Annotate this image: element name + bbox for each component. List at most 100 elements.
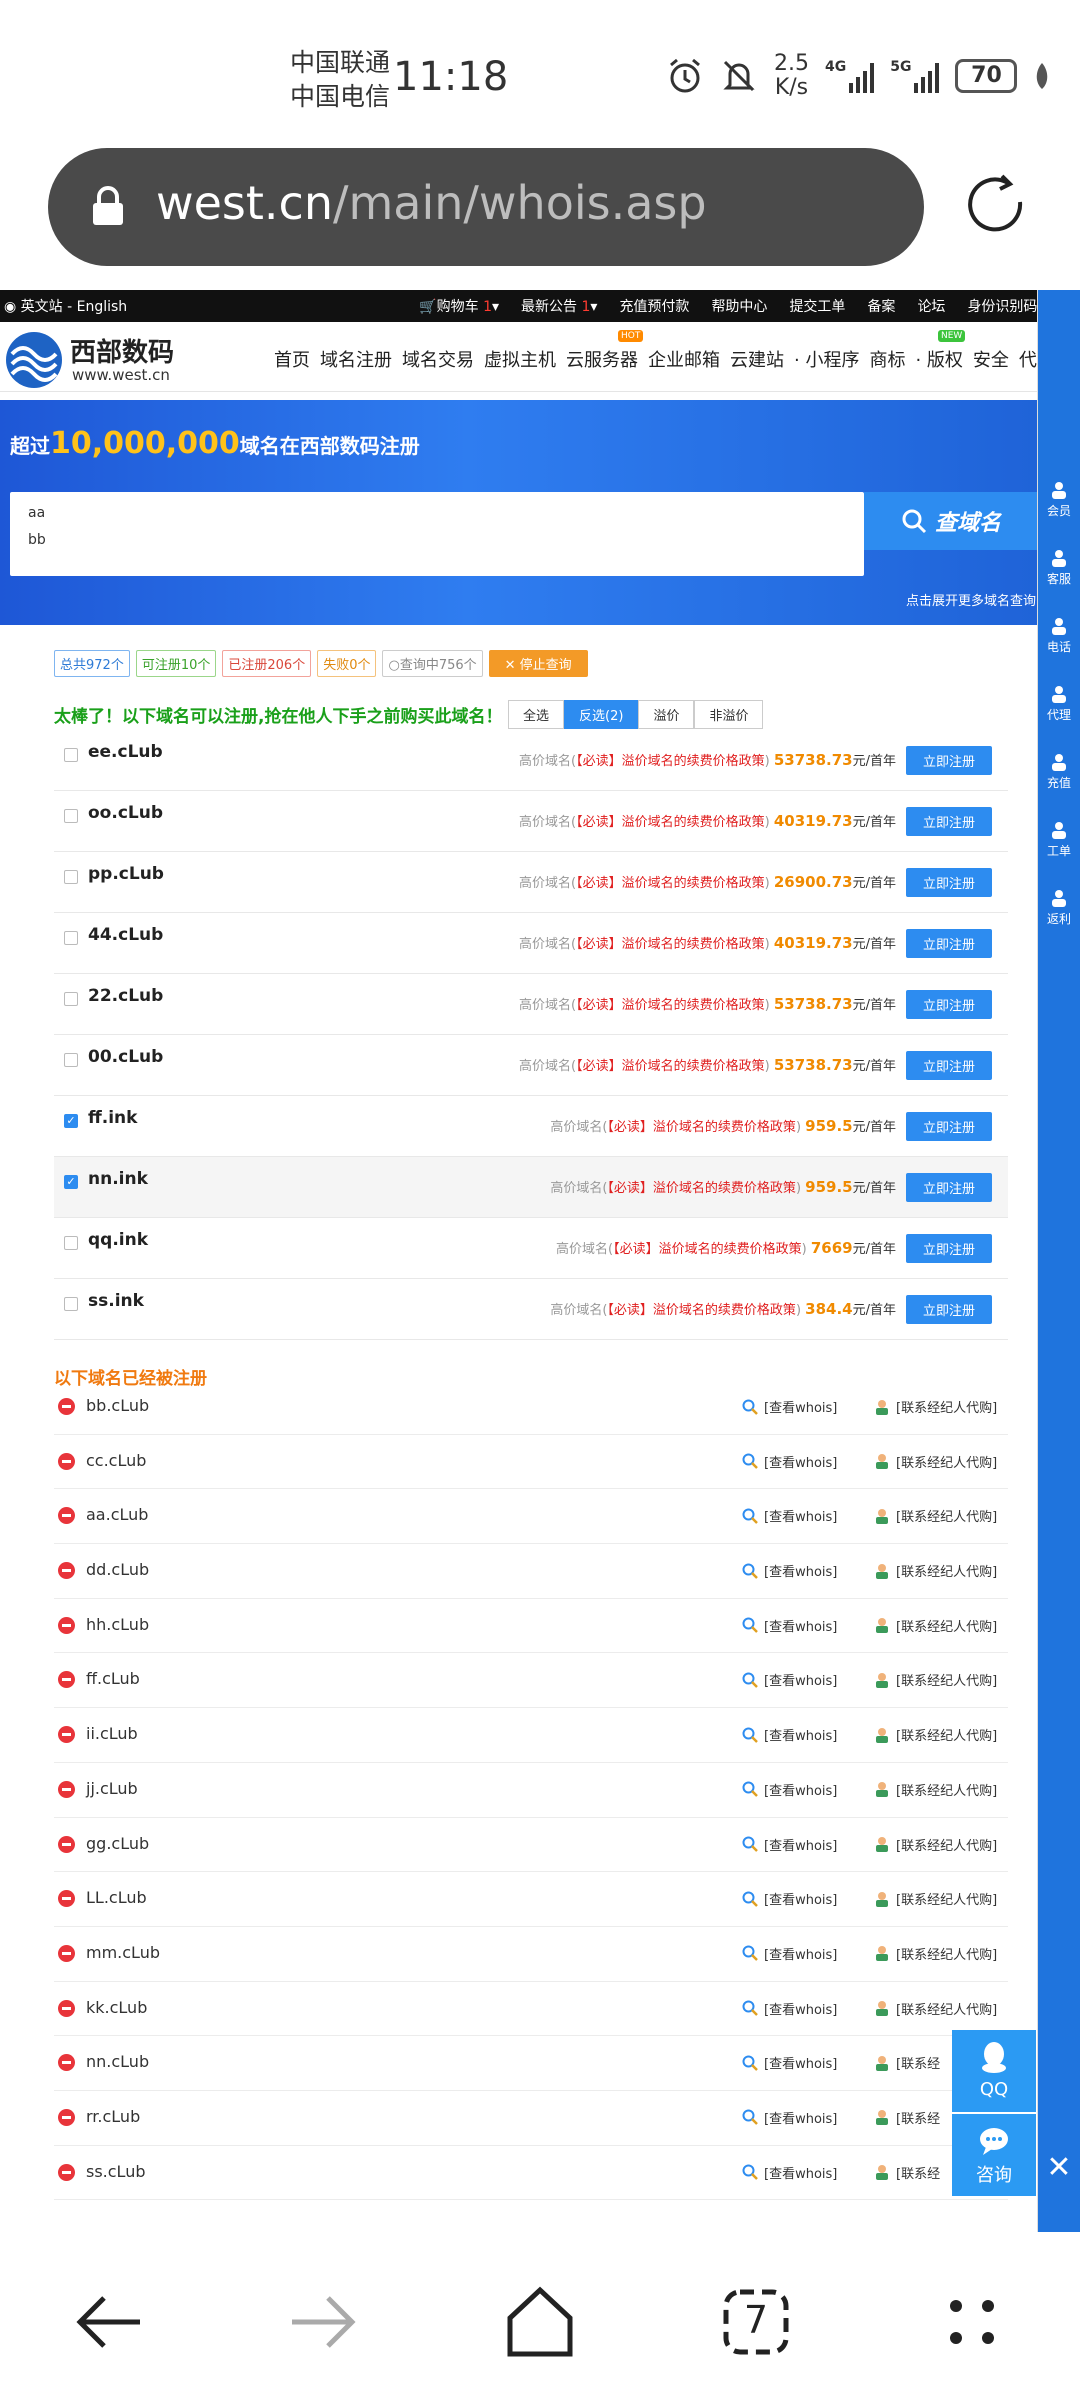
menu-dots-icon[interactable] [932,2282,1012,2362]
address-bar[interactable]: west.cn/main/whois.asp [48,148,924,266]
nav-agent[interactable]: 代理合 [1019,346,1037,372]
filter-invert[interactable]: 反选(2) [564,700,639,729]
premium-policy-link[interactable]: 【必读】溢价域名的续费价格政策 [576,815,765,830]
brand-name[interactable]: 西部数码 [70,332,174,369]
register-now-button[interactable]: 立即注册 [906,807,992,836]
view-whois-link[interactable]: [查看whois] [742,2163,837,2182]
rail-recharge[interactable]: 充值 [1038,752,1080,791]
view-whois-link[interactable]: [查看whois] [742,1725,837,1744]
premium-policy-link[interactable]: 【必读】溢价域名的续费价格政策 [576,998,765,1013]
contact-broker-link[interactable]: [联系经 [874,2108,940,2127]
available-domain-row[interactable]: oo.cLub 高价域名(【必读】溢价域名的续费价格政策) 40319.73元/首… [54,791,1008,852]
rail-agent[interactable]: 代理 [1038,684,1080,723]
available-domain-row[interactable]: ee.cLub 高价域名(【必读】溢价域名的续费价格政策) 53738.73元/首… [54,730,1008,791]
nav-domain-register[interactable]: 域名注册 [320,346,392,372]
domain-checkbox[interactable] [64,748,78,762]
contact-broker-link[interactable]: [联系经 [874,2163,940,2182]
ticket-link[interactable]: 提交工单 [789,296,845,316]
premium-policy-link[interactable]: 【必读】溢价域名的续费价格政策 [607,1120,796,1135]
contact-broker-link[interactable]: [联系经纪人代购] [874,1452,997,1471]
available-domain-row[interactable]: ss.ink 高价域名(【必读】溢价域名的续费价格政策) 384.4元/首年 立即注… [54,1279,1008,1340]
nav-domain-trade[interactable]: 域名交易 [402,346,474,372]
reload-icon[interactable] [962,172,1030,240]
view-whois-link[interactable]: [查看whois] [742,1506,837,1525]
stat-registered[interactable]: 已注册206个 [222,650,312,677]
premium-policy-link[interactable]: 【必读】溢价域名的续费价格政策 [607,1181,796,1196]
view-whois-link[interactable]: [查看whois] [742,1944,837,1963]
qq-float-button[interactable]: QQ [952,2030,1036,2112]
register-now-button[interactable]: 立即注册 [906,868,992,897]
domain-checkbox[interactable] [64,992,78,1006]
filter-select-all[interactable]: 全选 [508,700,565,729]
premium-policy-link[interactable]: 【必读】溢价域名的续费价格政策 [576,754,765,769]
url-text[interactable]: west.cn/main/whois.asp [156,176,707,230]
beian-link[interactable]: 备案 [867,296,895,316]
nav-site-builder[interactable]: 云建站 [730,346,784,372]
stop-query-button[interactable]: ✕ 停止查询 [488,650,588,677]
back-arrow-icon[interactable] [68,2282,148,2362]
register-now-button[interactable]: 立即注册 [906,1051,992,1080]
contact-broker-link[interactable]: [联系经纪人代购] [874,1561,997,1580]
stat-querying[interactable]: ○查询中756个 [382,650,483,677]
rail-service[interactable]: 客服 [1038,548,1080,587]
domain-checkbox[interactable] [64,809,78,823]
contact-broker-link[interactable]: [联系经纪人代购] [874,1780,997,1799]
view-whois-link[interactable]: [查看whois] [742,2108,837,2127]
rail-rebate[interactable]: 返利 [1038,888,1080,927]
domain-query-input[interactable]: aa bb [10,492,864,576]
nav-home[interactable]: 首页 [274,346,310,372]
recharge-link[interactable]: 充值预付款 [619,296,689,316]
premium-policy-link[interactable]: 【必读】溢价域名的续费价格政策 [613,1242,802,1257]
rail-phone[interactable]: 电话 [1038,616,1080,655]
register-now-button[interactable]: 立即注册 [906,746,992,775]
nav-trademark[interactable]: 商标 [869,346,905,372]
register-now-button[interactable]: 立即注册 [906,1112,992,1141]
view-whois-link[interactable]: [查看whois] [742,1616,837,1635]
available-domain-row[interactable]: 00.cLub 高价域名(【必读】溢价域名的续费价格政策) 53738.73元/首… [54,1035,1008,1096]
cart-link[interactable]: 🛒购物车 1▾ [419,296,499,316]
contact-broker-link[interactable]: [联系经纪人代购] [874,1725,997,1744]
available-domain-row[interactable]: pp.cLub 高价域名(【必读】溢价域名的续费价格政策) 26900.73元/首… [54,852,1008,913]
tabs-button[interactable]: 7 [716,2282,796,2362]
contact-broker-link[interactable]: [联系经纪人代购] [874,1999,997,2018]
premium-policy-link[interactable]: 【必读】溢价域名的续费价格政策 [607,1303,796,1318]
stat-failed[interactable]: 失败0个 [317,650,377,677]
view-whois-link[interactable]: [查看whois] [742,1670,837,1689]
rail-member[interactable]: 会员 [1038,480,1080,519]
domain-checkbox[interactable] [64,1236,78,1250]
view-whois-link[interactable]: [查看whois] [742,1780,837,1799]
stat-total[interactable]: 总共972个 [54,650,130,677]
view-whois-link[interactable]: [查看whois] [742,1999,837,2018]
nav-virtual-host[interactable]: 虚拟主机 [484,346,556,372]
notice-link[interactable]: 最新公告 1▾ [521,296,597,316]
view-whois-link[interactable]: [查看whois] [742,1835,837,1854]
available-domain-row[interactable]: 44.cLub 高价域名(【必读】溢价域名的续费价格政策) 40319.73元/首… [54,913,1008,974]
home-icon[interactable] [500,2282,580,2362]
view-whois-link[interactable]: [查看whois] [742,1397,837,1416]
stat-available[interactable]: 可注册10个 [135,650,217,677]
nav-security[interactable]: 安全 [973,346,1009,372]
filter-premium[interactable]: 溢价 [638,700,695,729]
register-now-button[interactable]: 立即注册 [906,1173,992,1202]
available-domain-row[interactable]: ✓ ff.ink 高价域名(【必读】溢价域名的续费价格政策) 959.5元/首年 立即… [54,1096,1008,1157]
available-domain-row[interactable]: ✓ nn.ink 高价域名(【必读】溢价域名的续费价格政策) 959.5元/首年 立即… [54,1157,1008,1218]
expand-more-query-link[interactable]: 点击展开更多域名查询 [906,590,1036,609]
register-now-button[interactable]: 立即注册 [906,1295,992,1324]
contact-broker-link[interactable]: [联系经 [874,2053,940,2072]
register-now-button[interactable]: 立即注册 [906,929,992,958]
contact-broker-link[interactable]: [联系经纪人代购] [874,1889,997,1908]
premium-policy-link[interactable]: 【必读】溢价域名的续费价格政策 [576,1059,765,1074]
nav-cloud-server[interactable]: 云服务器 [566,346,638,372]
premium-policy-link[interactable]: 【必读】溢价域名的续费价格政策 [576,937,765,952]
domain-checkbox[interactable] [64,870,78,884]
contact-broker-link[interactable]: [联系经纪人代购] [874,1944,997,1963]
domain-checkbox[interactable] [64,931,78,945]
search-domain-button[interactable]: 查域名 [864,492,1037,550]
filter-non-premium[interactable]: 非溢价 [694,700,764,729]
domain-checkbox[interactable] [64,1297,78,1311]
contact-broker-link[interactable]: [联系经纪人代购] [874,1616,997,1635]
rail-ticket[interactable]: 工单 [1038,820,1080,859]
view-whois-link[interactable]: [查看whois] [742,1889,837,1908]
nav-email[interactable]: 企业邮箱 [648,346,720,372]
available-domain-row[interactable]: 22.cLub 高价域名(【必读】溢价域名的续费价格政策) 53738.73元/首… [54,974,1008,1035]
